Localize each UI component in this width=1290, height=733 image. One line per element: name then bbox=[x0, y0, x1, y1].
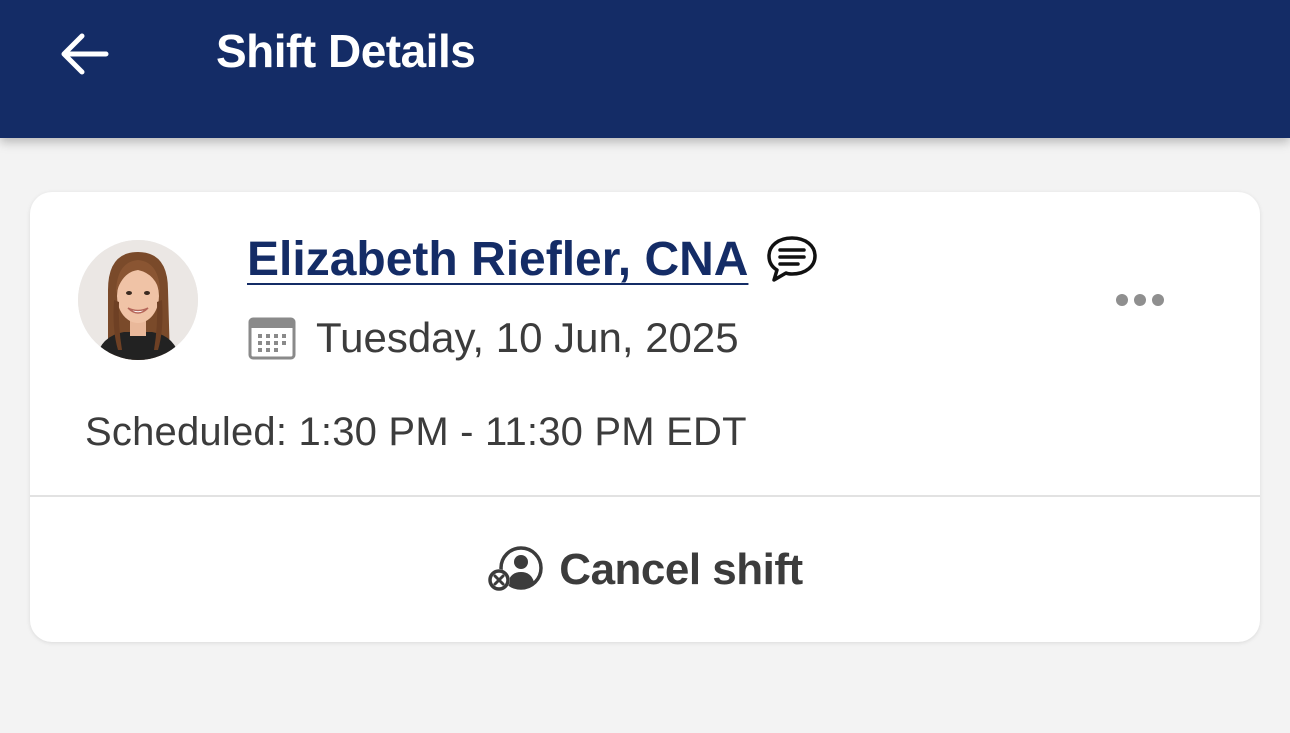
message-button[interactable] bbox=[765, 234, 819, 284]
arrow-left-icon bbox=[61, 33, 109, 75]
cancel-shift-label: Cancel shift bbox=[559, 544, 803, 594]
more-options-button[interactable] bbox=[1110, 282, 1170, 318]
page-title: Shift Details bbox=[216, 25, 476, 77]
avatar-photo bbox=[78, 240, 198, 360]
back-button[interactable] bbox=[52, 22, 116, 86]
app-bar: Shift Details bbox=[0, 0, 1290, 138]
calendar-icon bbox=[248, 317, 296, 360]
cancel-shift-button[interactable]: Cancel shift bbox=[30, 497, 1260, 642]
shift-card: Elizabeth Riefler, CNA Tuesday, 10 Jun, … bbox=[30, 192, 1260, 642]
avatar bbox=[78, 240, 198, 360]
more-horizontal-icon bbox=[1116, 294, 1164, 306]
chat-bubble-icon bbox=[767, 236, 817, 282]
cancel-user-icon bbox=[488, 545, 544, 591]
shift-date-row: Tuesday, 10 Jun, 2025 bbox=[248, 314, 739, 362]
scheduled-time: Scheduled: 1:30 PM - 11:30 PM EDT bbox=[85, 410, 747, 454]
shift-date: Tuesday, 10 Jun, 2025 bbox=[316, 314, 739, 361]
worker-name-link[interactable]: Elizabeth Riefler, CNA bbox=[247, 232, 748, 287]
